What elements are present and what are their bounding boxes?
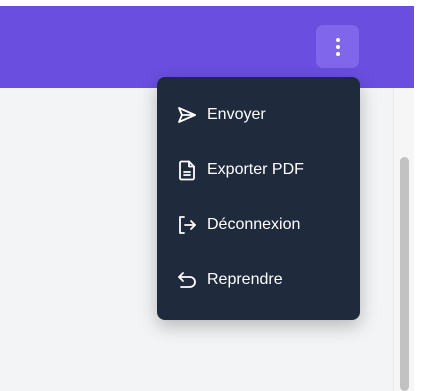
menu-item-export-pdf[interactable]: Exporter PDF	[157, 150, 360, 190]
more-vertical-icon-dot	[335, 44, 340, 49]
menu-item-label: Déconnexion	[207, 216, 301, 233]
more-vertical-icon	[335, 37, 340, 42]
menu-item-logout[interactable]: Déconnexion	[157, 205, 360, 245]
dropdown-menu: Envoyer Exporter PDF Déconnexion Reprend…	[157, 77, 360, 320]
more-vertical-icon-dot	[335, 51, 340, 56]
undo-icon	[176, 269, 198, 291]
logout-icon	[176, 214, 198, 236]
app-window: Envoyer Exporter PDF Déconnexion Reprend…	[0, 0, 421, 391]
menu-item-resume[interactable]: Reprendre	[157, 260, 360, 300]
file-text-icon	[176, 159, 198, 181]
more-options-button[interactable]	[316, 25, 359, 68]
menu-item-label: Envoyer	[207, 106, 266, 123]
menu-item-send[interactable]: Envoyer	[157, 95, 360, 135]
menu-item-label: Reprendre	[207, 271, 283, 288]
menu-item-label: Exporter PDF	[207, 161, 304, 178]
send-icon	[176, 104, 198, 126]
scrollbar-thumb[interactable]	[400, 157, 409, 391]
